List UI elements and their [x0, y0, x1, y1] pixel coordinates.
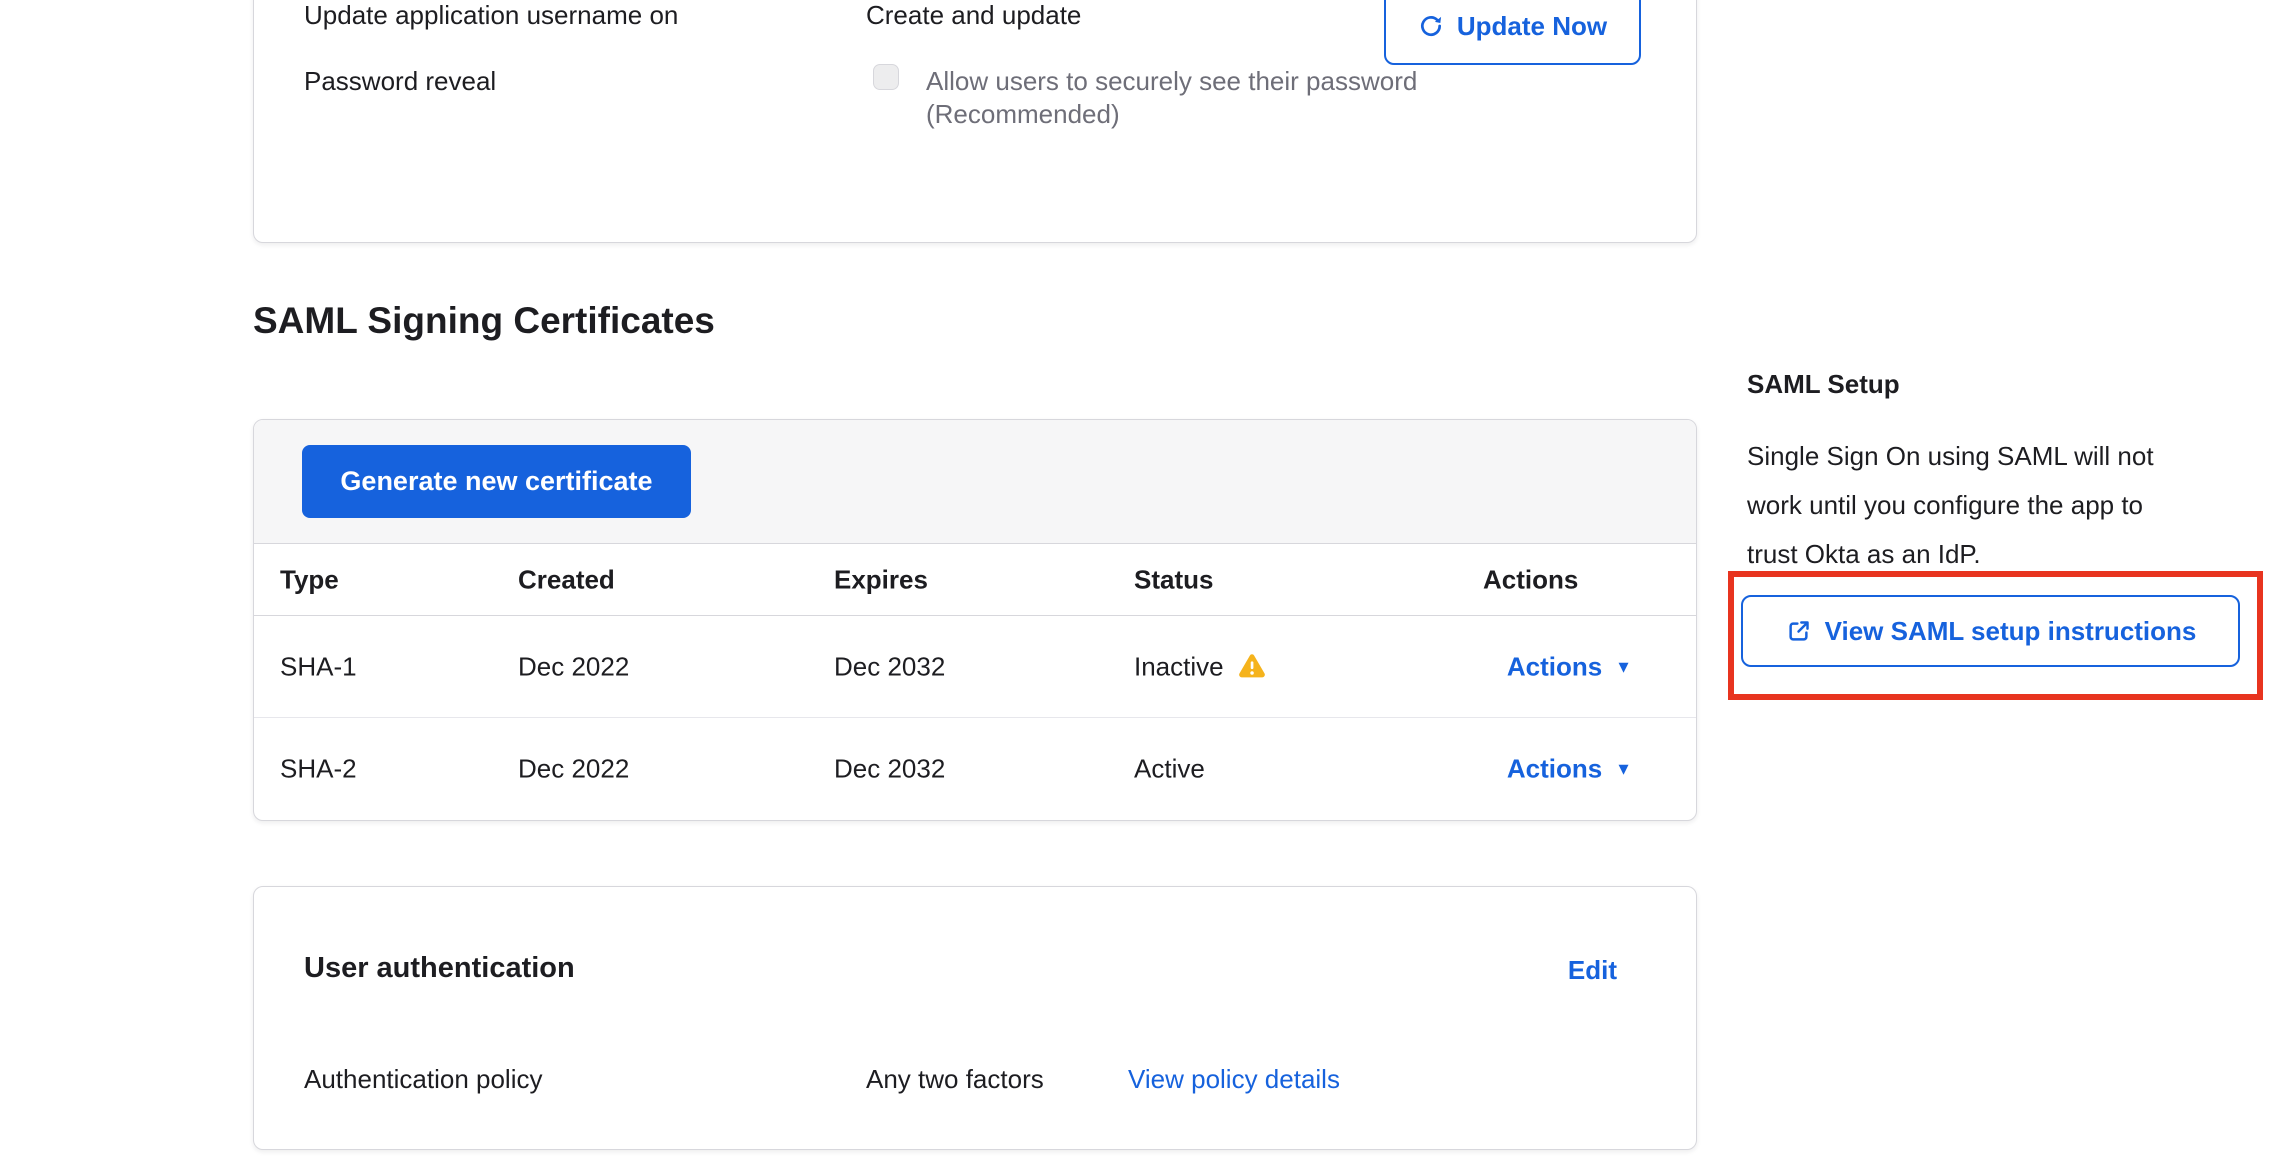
update-now-button[interactable]: Update Now	[1384, 0, 1641, 65]
username-update-label: Update application username on	[304, 0, 678, 31]
password-reveal-option-label: Allow users to securely see their passwo…	[926, 65, 1417, 97]
generate-certificate-button[interactable]: Generate new certificate	[302, 445, 691, 518]
password-reveal-label: Password reveal	[304, 65, 496, 97]
certificates-table-header: Type Created Expires Status Actions	[254, 544, 1696, 616]
caret-down-icon: ▼	[1615, 658, 1632, 675]
username-update-value: Create and update	[866, 0, 1081, 31]
column-header-actions: Actions	[1483, 564, 1578, 595]
description-line: work until you configure the app to	[1747, 481, 2154, 530]
saml-setup-description: Single Sign On using SAML will not work …	[1747, 432, 2154, 579]
authentication-policy-label: Authentication policy	[304, 1063, 542, 1095]
password-reveal-option-note: (Recommended)	[926, 98, 1120, 130]
cert-created: Dec 2022	[518, 651, 629, 682]
table-row: SHA-2 Dec 2022 Dec 2032 Active Actions ▼	[254, 718, 1696, 820]
user-authentication-title: User authentication	[304, 950, 575, 986]
external-link-icon	[1785, 618, 1812, 645]
page: Update application username on Create an…	[0, 0, 2279, 1158]
column-header-status: Status	[1134, 564, 1213, 595]
user-authentication-card: User authentication Edit Authentication …	[253, 886, 1697, 1150]
row-actions-dropdown[interactable]: Actions ▼	[1507, 651, 1632, 682]
warning-icon	[1238, 654, 1266, 680]
actions-label: Actions	[1507, 754, 1602, 785]
cert-expires: Dec 2032	[834, 754, 945, 785]
description-line: Single Sign On using SAML will not	[1747, 432, 2154, 481]
update-now-label: Update Now	[1457, 11, 1607, 42]
row-actions-dropdown[interactable]: Actions ▼	[1507, 754, 1632, 785]
view-policy-details-link[interactable]: View policy details	[1128, 1063, 1340, 1095]
view-saml-setup-button[interactable]: View SAML setup instructions	[1741, 595, 2240, 667]
description-line: trust Okta as an IdP.	[1747, 530, 2154, 579]
cert-status: Inactive	[1134, 651, 1266, 682]
status-text: Inactive	[1134, 651, 1224, 682]
actions-label: Actions	[1507, 651, 1602, 682]
cert-expires: Dec 2032	[834, 651, 945, 682]
password-reveal-checkbox[interactable]	[873, 64, 899, 90]
table-row: SHA-1 Dec 2022 Dec 2032 Inactive Actions…	[254, 616, 1696, 718]
column-header-created: Created	[518, 564, 615, 595]
cert-type: SHA-2	[280, 754, 357, 785]
refresh-icon	[1418, 13, 1444, 39]
cert-created: Dec 2022	[518, 754, 629, 785]
column-header-type: Type	[280, 564, 339, 595]
authentication-policy-value: Any two factors	[866, 1063, 1044, 1095]
edit-link[interactable]: Edit	[1568, 954, 1617, 986]
cert-type: SHA-1	[280, 651, 357, 682]
certificates-card: Generate new certificate Type Created Ex…	[253, 419, 1697, 821]
column-header-expires: Expires	[834, 564, 928, 595]
cert-status: Active	[1134, 754, 1205, 785]
saml-certificates-title: SAML Signing Certificates	[253, 296, 715, 346]
caret-down-icon: ▼	[1615, 761, 1632, 778]
certificates-toolbar: Generate new certificate	[254, 420, 1696, 544]
saml-setup-title: SAML Setup	[1747, 369, 1900, 399]
view-saml-setup-label: View SAML setup instructions	[1825, 616, 2197, 647]
sign-on-settings-card: Update application username on Create an…	[253, 0, 1697, 243]
